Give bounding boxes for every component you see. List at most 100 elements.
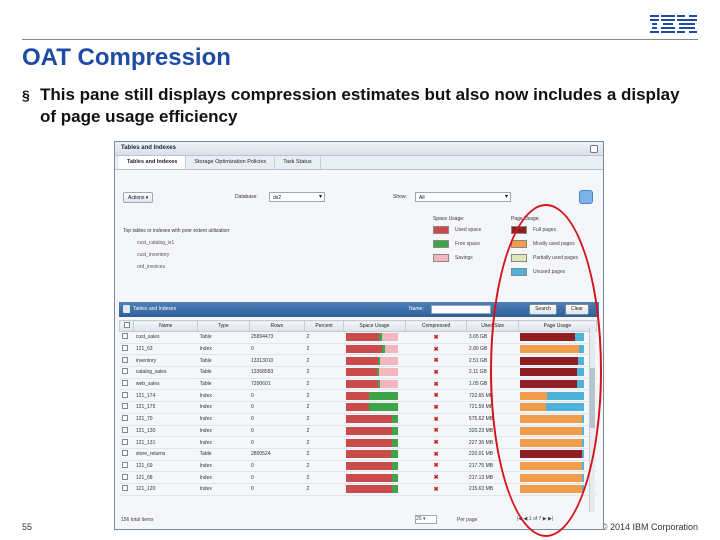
collapse-icon[interactable] bbox=[590, 145, 598, 153]
row-name[interactable]: cust_sales bbox=[133, 331, 198, 344]
savings-segment bbox=[380, 380, 398, 389]
page-usage-cell bbox=[518, 389, 597, 403]
table-row[interactable]: web_sales Table 7200601 2 ✖ 1.05 GB bbox=[119, 378, 597, 391]
actions-button[interactable]: Actions ▾ bbox=[123, 192, 154, 203]
search-button[interactable]: Search bbox=[529, 304, 557, 315]
page-usage-cell bbox=[518, 366, 597, 379]
top-table-link[interactable]: cust_catalog_ix1 bbox=[137, 240, 323, 246]
row-checkbox[interactable] bbox=[119, 331, 134, 344]
column-header[interactable]: Used Size bbox=[466, 320, 519, 332]
row-checkbox[interactable] bbox=[119, 378, 134, 391]
row-checkbox[interactable] bbox=[119, 343, 134, 356]
page-number[interactable]: 1 bbox=[529, 516, 532, 522]
space-usage-cell bbox=[343, 413, 406, 426]
table-row[interactable]: 121_120 Index 0 2 ✖ 215.63 MB bbox=[119, 483, 597, 496]
row-name[interactable]: 121_130 bbox=[133, 425, 198, 438]
row-name[interactable]: inventory bbox=[133, 354, 198, 368]
row-checkbox[interactable] bbox=[119, 401, 134, 414]
refresh-icon[interactable] bbox=[579, 190, 593, 204]
row-name[interactable]: store_returns bbox=[133, 448, 198, 461]
column-header[interactable]: Type bbox=[197, 320, 250, 332]
table-row[interactable]: catalog_sales Table 13368583 2 ✖ 2.11 GB bbox=[119, 366, 597, 379]
row-checkbox[interactable] bbox=[119, 366, 134, 379]
tab-tables-and-indexes[interactable]: Tables and Indexes bbox=[119, 156, 187, 169]
row-used-size: 320.23 MB bbox=[466, 425, 519, 438]
row-checkbox[interactable] bbox=[119, 471, 134, 484]
table-row[interactable]: inventory Table 13313010 2 ✖ 2.51 GB bbox=[119, 354, 597, 368]
row-name[interactable]: web_sales bbox=[133, 378, 198, 391]
column-header[interactable]: Page Usage bbox=[517, 320, 598, 332]
per-page-select[interactable]: 25 ▾ bbox=[415, 515, 437, 524]
column-header[interactable]: Space Usage bbox=[343, 320, 406, 332]
tables-grid: Name Type Rows Percent Space Usage Compr… bbox=[118, 320, 598, 496]
legend-label: Free space bbox=[455, 241, 481, 247]
row-checkbox[interactable] bbox=[119, 483, 134, 496]
table-row[interactable]: cust_sales Table 25894473 2 ✖ 3.65 GB bbox=[119, 331, 597, 344]
row-used-size: 575.62 MB bbox=[466, 413, 519, 426]
row-checkbox[interactable] bbox=[119, 389, 134, 403]
row-name[interactable]: 121_69 bbox=[133, 460, 198, 473]
row-name[interactable]: 121_174 bbox=[133, 389, 198, 403]
row-name[interactable]: 121_131 bbox=[133, 436, 198, 449]
row-checkbox[interactable] bbox=[119, 425, 134, 438]
tab-storage-optimization-policies[interactable]: Storage Optimization Policies bbox=[186, 156, 276, 169]
row-checkbox[interactable] bbox=[119, 354, 134, 368]
row-percent: 2 bbox=[304, 483, 344, 496]
space-usage-cell bbox=[343, 448, 406, 461]
table-row[interactable]: 121_70 Index 0 2 ✖ 575.62 MB bbox=[119, 413, 597, 426]
grid-scrollbar[interactable] bbox=[589, 328, 595, 512]
unused-pages-segment bbox=[581, 438, 585, 447]
mostly-used-segment bbox=[520, 426, 582, 435]
row-rows: 0 bbox=[249, 483, 305, 496]
row-checkbox[interactable] bbox=[119, 436, 134, 449]
row-name[interactable]: 121_70 bbox=[133, 413, 198, 426]
row-checkbox[interactable] bbox=[119, 413, 134, 426]
row-rows: 13313010 bbox=[249, 354, 305, 368]
table-row[interactable]: 121_131 Index 0 2 ✖ 227.36 MB bbox=[119, 436, 597, 449]
row-type: Index bbox=[197, 483, 250, 496]
database-select[interactable]: ds2 bbox=[269, 192, 325, 202]
table-row[interactable]: 121_68 Index 0 2 ✖ 217.13 MB bbox=[119, 471, 597, 484]
row-name[interactable]: 121_63 bbox=[133, 343, 198, 356]
row-name[interactable]: catalog_sales bbox=[133, 366, 198, 379]
not-compressed-icon: ✖ bbox=[433, 334, 439, 341]
column-header[interactable]: Percent bbox=[304, 320, 345, 332]
mostly-used-segment bbox=[520, 485, 582, 494]
table-row[interactable]: 121_174 Index 0 2 ✖ 722.65 MB bbox=[119, 389, 597, 403]
table-row[interactable]: store_returns Table 2800524 2 ✖ 220.01 MB bbox=[119, 448, 597, 461]
next-page-icon[interactable]: ▶ bbox=[543, 516, 547, 522]
unused-pages-segment bbox=[547, 391, 585, 400]
top-table-link[interactable]: ord_invoices bbox=[137, 264, 323, 270]
row-type: Index bbox=[197, 436, 250, 449]
row-rows: 7200601 bbox=[249, 378, 305, 391]
scrollbar-thumb[interactable] bbox=[590, 368, 595, 428]
column-header[interactable]: Compressed bbox=[404, 320, 468, 332]
row-checkbox[interactable] bbox=[119, 460, 134, 473]
row-name[interactable]: 121_68 bbox=[133, 471, 198, 484]
column-header[interactable]: Name bbox=[133, 320, 199, 332]
clear-button[interactable]: Clear bbox=[565, 304, 589, 315]
toolbar: Actions ▾ Database: ds2 Show: All bbox=[121, 188, 597, 206]
table-row[interactable]: 121_130 Index 0 2 ✖ 320.23 MB bbox=[119, 425, 597, 438]
top-table-link[interactable]: cust_inventory bbox=[137, 252, 323, 258]
first-page-icon[interactable]: |◀ bbox=[517, 516, 522, 522]
tab-task-status[interactable]: Task Status bbox=[275, 156, 321, 169]
table-row[interactable]: 121_175 Index 0 2 ✖ 721.59 MB bbox=[119, 401, 597, 414]
last-page-icon[interactable]: ▶| bbox=[548, 516, 553, 522]
top-tables-section: Top tables or indexes with poor extent u… bbox=[123, 228, 323, 276]
show-select[interactable]: All bbox=[415, 192, 511, 202]
row-name[interactable]: 121_120 bbox=[133, 483, 198, 496]
prev-page-icon[interactable]: ◀ bbox=[524, 516, 528, 522]
row-name[interactable]: 121_175 bbox=[133, 401, 198, 414]
legend-label: Partially used pages bbox=[533, 255, 579, 261]
compressed-cell: ✖ bbox=[405, 343, 467, 356]
column-header[interactable]: Rows bbox=[248, 320, 306, 332]
select-all-checkbox[interactable] bbox=[118, 320, 135, 332]
table-row[interactable]: 121_63 Index 0 2 ✖ 2.80 GB bbox=[119, 343, 597, 356]
legend-item: Partially used pages bbox=[511, 254, 578, 262]
row-checkbox[interactable] bbox=[119, 448, 134, 461]
row-type: Table bbox=[197, 378, 250, 391]
table-row[interactable]: 121_69 Index 0 2 ✖ 217.75 MB bbox=[119, 460, 597, 473]
page-usage-cell bbox=[518, 354, 597, 368]
name-filter-input[interactable] bbox=[431, 305, 491, 314]
